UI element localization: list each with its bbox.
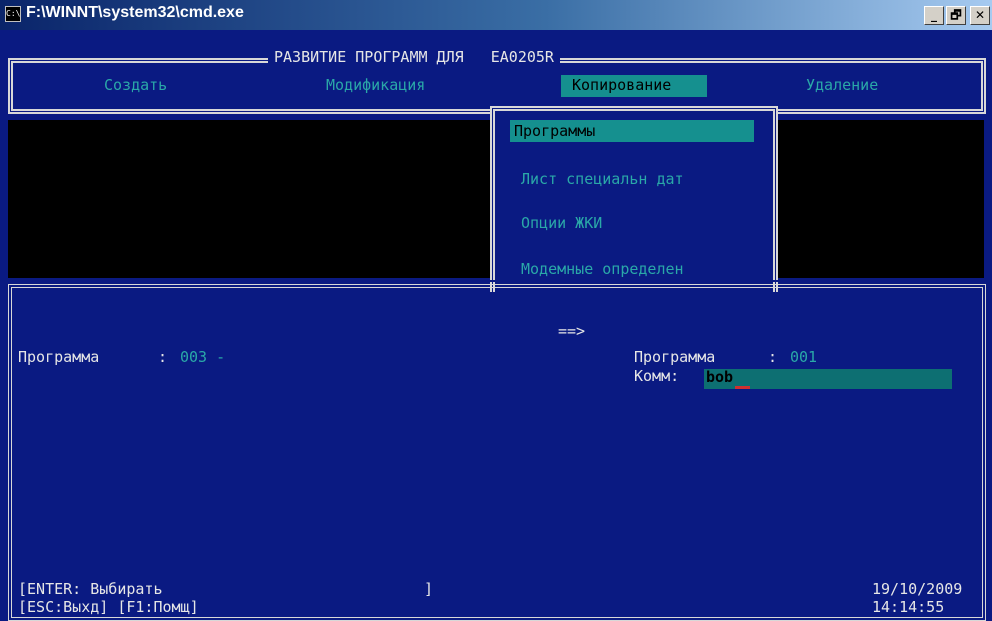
menu-modify[interactable]: Модификация	[326, 76, 425, 94]
panel-gap	[7, 280, 987, 282]
cmd-icon: C:\	[5, 6, 21, 22]
comment-value[interactable]: bob	[706, 368, 733, 386]
title-bar[interactable]: C:\ F:\WINNT\system32\cmd.exe _ 🗗 ✕	[0, 0, 992, 30]
submenu-lcd-options[interactable]: Опции ЖКИ	[521, 214, 602, 232]
menu-copy[interactable]: Копирование	[572, 76, 671, 94]
footer-bracket: ]	[424, 580, 434, 598]
submenu-modem-defs[interactable]: Модемные определен	[521, 260, 684, 278]
header-device: EA0205R	[490, 48, 554, 66]
dest-program-sep: :	[768, 348, 778, 366]
header-bar: РАЗВИТИЕ ПРОГРАММ ДЛЯ EA0205R	[268, 48, 560, 66]
source-program-sep: :	[158, 348, 168, 366]
maximize-button[interactable]: 🗗	[946, 6, 966, 25]
submenu-programs[interactable]: Программы	[514, 122, 595, 140]
menu-delete[interactable]: Удаление	[806, 76, 878, 94]
dest-program-label: Программа	[634, 348, 716, 366]
header-title: РАЗВИТИЕ ПРОГРАММ ДЛЯ	[274, 48, 464, 66]
footer-date: 19/10/2009	[872, 580, 963, 598]
comment-label: Комм:	[634, 367, 680, 385]
minimize-button[interactable]: _	[924, 6, 944, 25]
menu-create[interactable]: Создать	[104, 76, 167, 94]
console-window: C:\ F:\WINNT\system32\cmd.exe _ 🗗 ✕ РАЗВ…	[0, 0, 992, 621]
submenu-special-dates[interactable]: Лист специальн дат	[521, 170, 684, 188]
footer-enter-hint: [ENTER: Выбирать	[18, 580, 163, 598]
source-program-label: Программа	[18, 348, 100, 366]
text-cursor	[735, 386, 750, 389]
close-button[interactable]: ✕	[970, 6, 990, 25]
copy-panel	[8, 284, 986, 621]
console-area: РАЗВИТИЕ ПРОГРАММ ДЛЯ EA0205R Создать Мо…	[0, 30, 992, 621]
source-program-value[interactable]: 003 -	[180, 348, 225, 366]
copy-arrow: ==>	[558, 322, 586, 340]
window-title: F:\WINNT\system32\cmd.exe	[26, 4, 244, 21]
footer-time: 14:14:55	[872, 598, 945, 616]
footer-esc-hint: [ESC:Выхд] [F1:Помщ]	[18, 598, 199, 616]
dest-program-value[interactable]: 001	[790, 348, 817, 366]
